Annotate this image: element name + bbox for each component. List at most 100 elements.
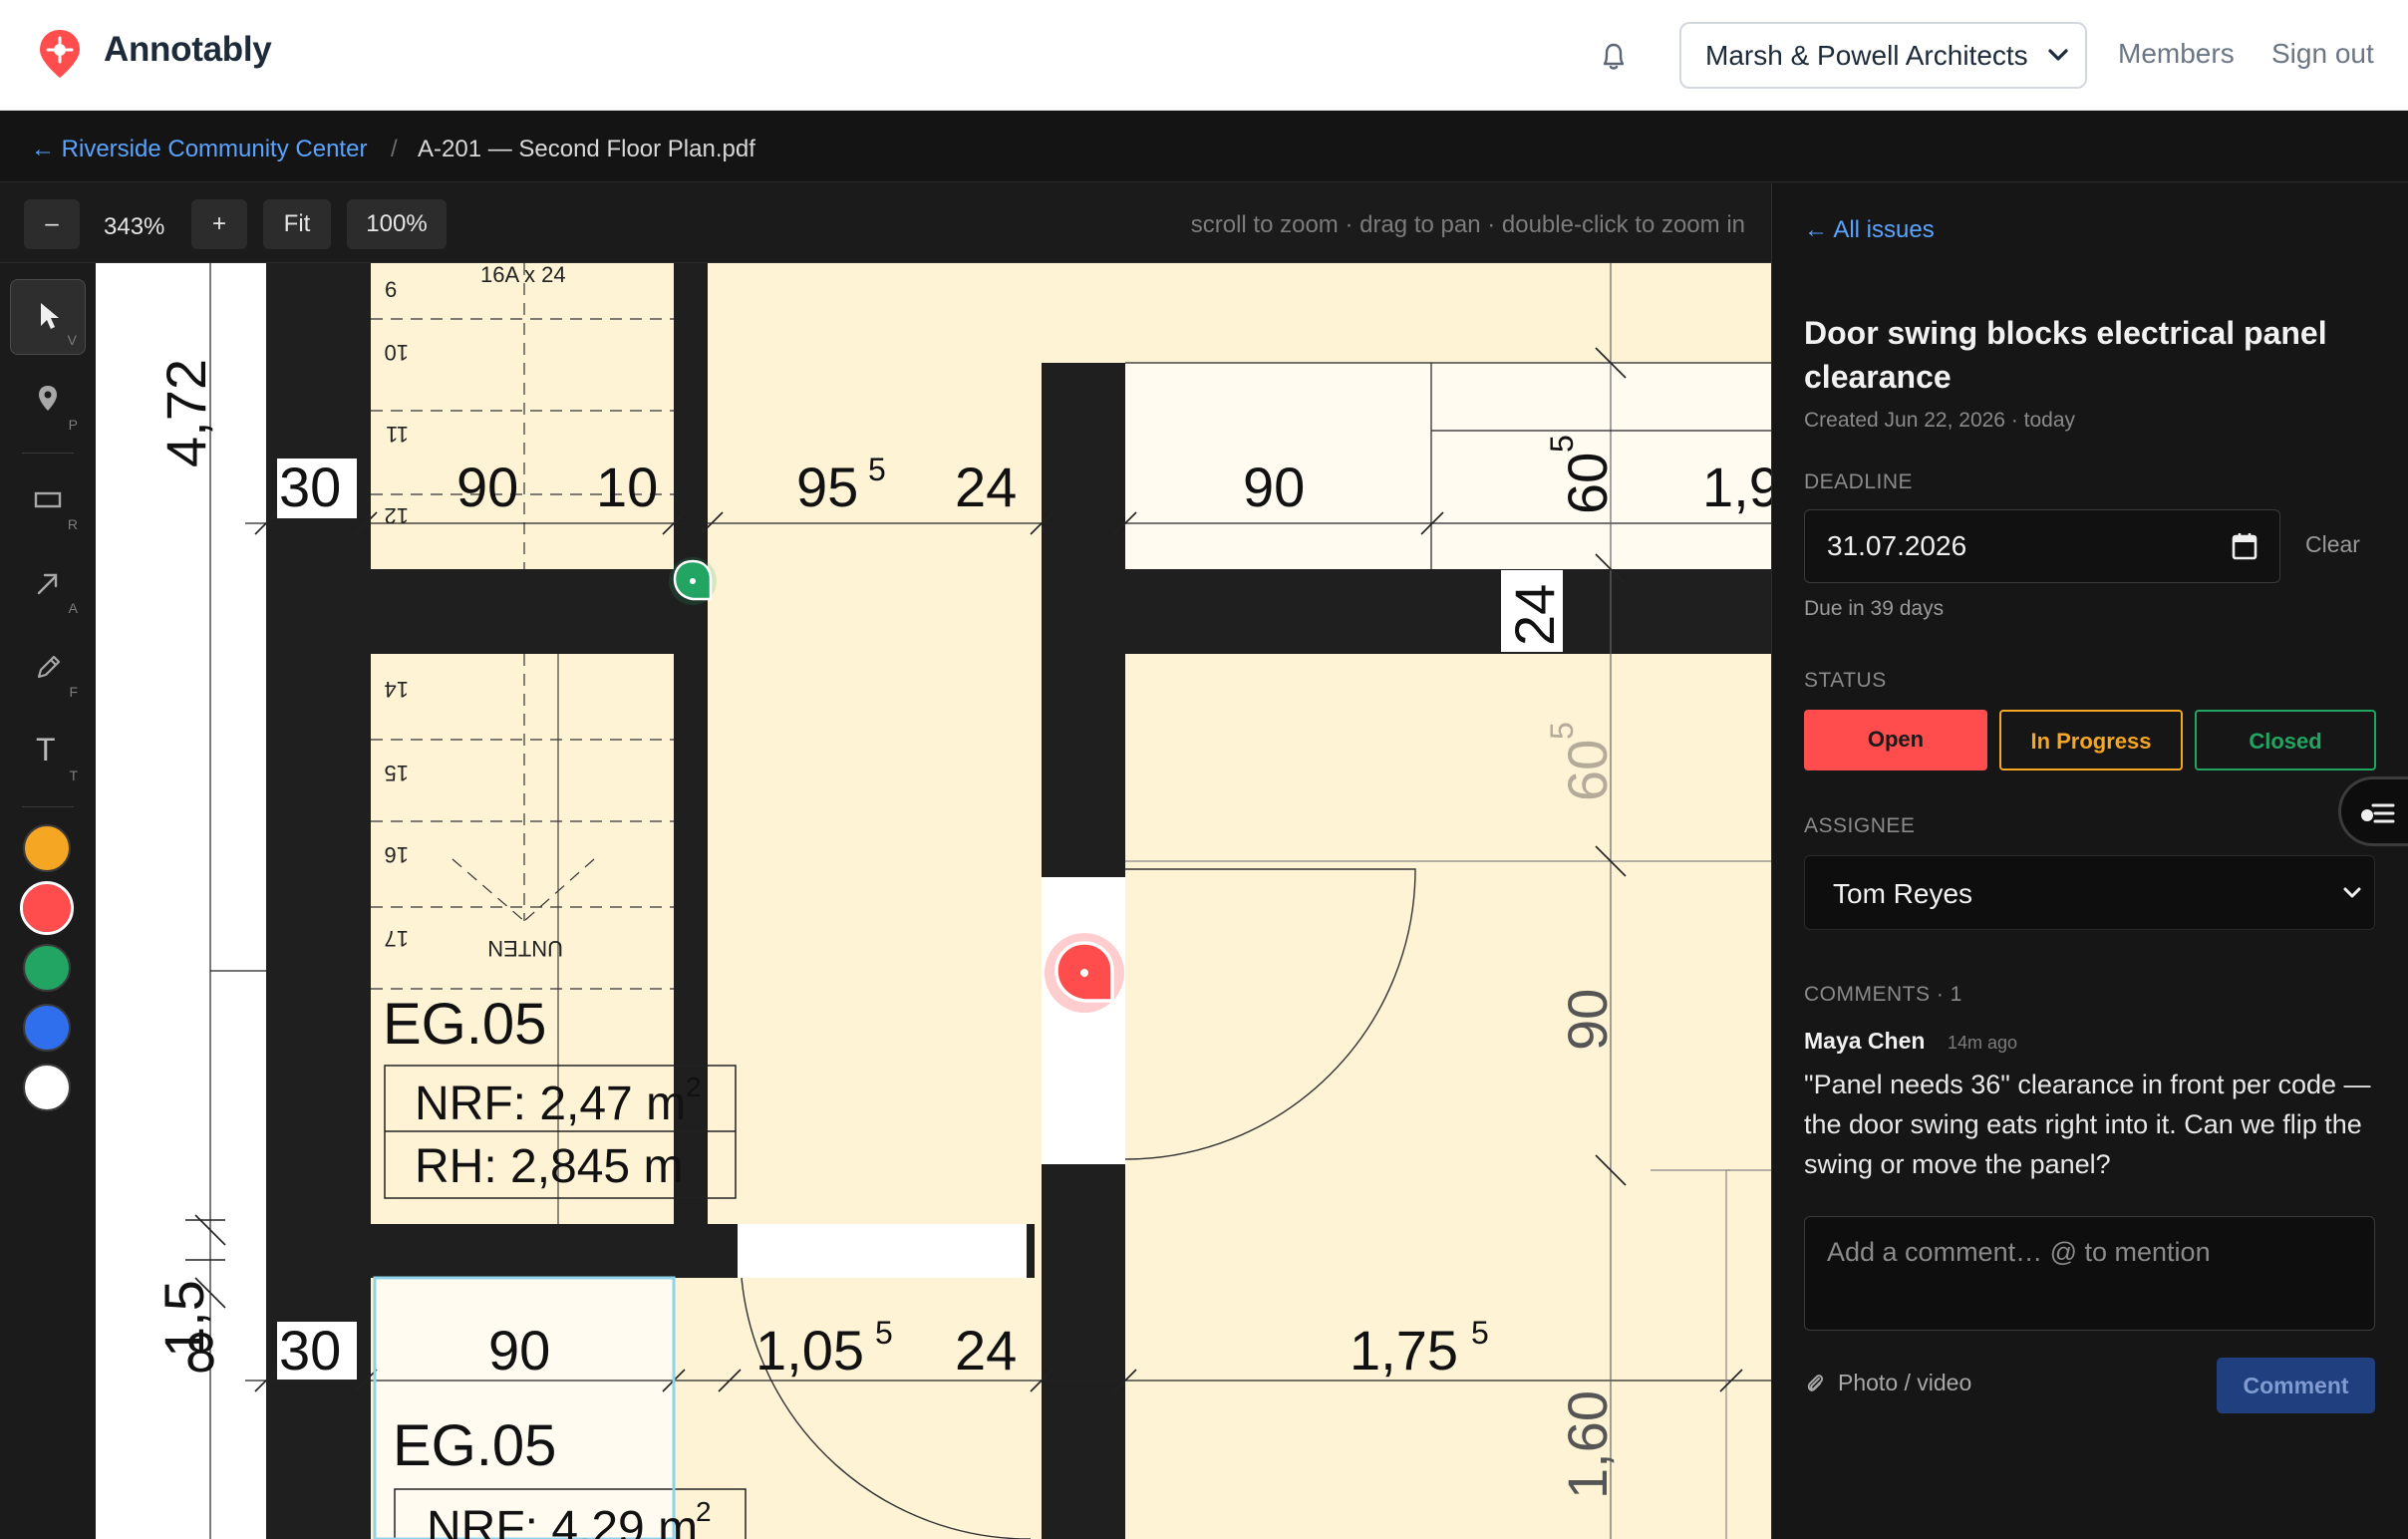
arrow-shortcut: A xyxy=(68,600,78,616)
sign-out-link[interactable]: Sign out xyxy=(2271,38,2374,70)
room-area: NRF: 2,47 m xyxy=(415,1077,686,1130)
color-swatch-white[interactable] xyxy=(23,1064,71,1111)
dim-label: 4,72 xyxy=(154,359,217,467)
zoom-hint: scroll to zoom · drag to pan · double-cl… xyxy=(1190,211,1745,238)
issue-title: Door swing blocks electrical panel clear… xyxy=(1804,315,2327,395)
freehand-shortcut: F xyxy=(69,684,78,700)
room-area-unit: 2 xyxy=(696,1496,712,1527)
arrow-tool[interactable]: A xyxy=(10,546,86,622)
calendar-icon[interactable] xyxy=(2232,532,2258,560)
stair-label: 17 xyxy=(385,926,409,951)
chevron-down-icon xyxy=(2343,887,2361,898)
room-name: EG.05 xyxy=(383,992,546,1057)
attach-photo-video-button[interactable]: Photo / video xyxy=(1804,1370,1971,1396)
document-name: A-201 — Second Floor Plan.pdf xyxy=(418,136,755,162)
tool-rail: V P R A F T T xyxy=(0,263,96,1539)
text-tool[interactable]: T T xyxy=(10,714,86,789)
issue-pin-green[interactable] xyxy=(667,555,719,607)
rectangle-tool[interactable]: R xyxy=(10,462,86,538)
dim-label: 60 xyxy=(1556,740,1619,801)
list-icon xyxy=(2361,803,2395,823)
color-swatch-green[interactable] xyxy=(23,944,71,992)
map-pin-icon xyxy=(39,386,57,411)
pencil-icon xyxy=(37,655,61,679)
zoom-level: 343% xyxy=(104,213,165,240)
members-link[interactable]: Members xyxy=(2118,38,2235,70)
cursor-arrow-icon xyxy=(41,303,59,329)
zoom-in-button[interactable]: + xyxy=(191,199,247,249)
comment-author: Maya Chen xyxy=(1804,1028,1926,1054)
assignee-select[interactable]: Tom Reyes xyxy=(1804,855,2375,930)
back-to-project-link[interactable]: ← Riverside Community Center xyxy=(31,136,367,163)
stair-label: 10 xyxy=(385,340,409,365)
comment-text: "Panel needs 36" clearance in front per … xyxy=(1804,1070,2371,1179)
deadline-date-input[interactable]: 31.07.2026 xyxy=(1804,509,2280,583)
comments-label: COMMENTS · 1 xyxy=(1804,983,1962,1006)
tool-divider xyxy=(22,453,74,454)
color-swatch-orange[interactable] xyxy=(23,824,71,872)
actual-size-button[interactable]: 100% xyxy=(347,199,447,249)
select-tool[interactable]: V xyxy=(10,279,86,355)
dim-label: 5 xyxy=(875,1315,893,1351)
zoom-out-button[interactable]: – xyxy=(24,199,80,249)
assignee-value: Tom Reyes xyxy=(1833,878,1973,909)
stair-label: 12 xyxy=(385,503,409,528)
freehand-tool[interactable]: F xyxy=(10,630,86,706)
arrow-icon xyxy=(37,573,58,595)
dim-label: 10 xyxy=(596,456,658,518)
plan-canvas[interactable]: 4,72 30 90 10 95 5 24 90 60 5 1,9 24 60 … xyxy=(96,263,1771,1539)
app-name[interactable]: Annotably xyxy=(104,30,272,70)
color-swatch-red[interactable] xyxy=(20,881,74,935)
organization-select[interactable]: Marsh & Powell Architects xyxy=(1679,22,2087,89)
assignee-label: ASSIGNEE xyxy=(1804,814,1916,837)
app-header: Annotably Marsh & Powell Architects Memb… xyxy=(0,0,2408,111)
dim-label: 1,9 xyxy=(1702,456,1771,518)
post-comment-button[interactable]: Comment xyxy=(2217,1358,2375,1413)
status-closed-button[interactable]: Closed xyxy=(2195,710,2376,770)
comment-time: 14m ago xyxy=(1948,1033,2018,1053)
dim-label: 30 xyxy=(279,456,341,518)
pin-tool[interactable]: P xyxy=(10,363,86,439)
dim-label: 1,75 xyxy=(1350,1319,1458,1382)
dim-label: 24 xyxy=(955,1319,1017,1382)
issues-list-fab[interactable] xyxy=(2338,776,2408,846)
due-status: Due in 39 days xyxy=(1804,597,1945,620)
logo-pin-icon[interactable] xyxy=(36,28,84,80)
organization-name: Marsh & Powell Architects xyxy=(1705,40,2028,71)
stair-label: 14 xyxy=(385,677,409,702)
status-label: STATUS xyxy=(1804,669,1887,692)
all-issues-link[interactable]: ← All issues xyxy=(1804,216,1935,244)
room-area-unit: 2 xyxy=(686,1072,702,1102)
stair-label: 16 xyxy=(385,842,409,867)
room-name: EG.05 xyxy=(393,1413,556,1478)
dim-label: 1,60 xyxy=(1556,1390,1619,1499)
pin-shortcut: P xyxy=(68,417,78,433)
clear-deadline-button[interactable]: Clear xyxy=(2305,531,2360,558)
room-area: NRF: 4,29 m xyxy=(427,1502,698,1539)
attach-label: Photo / video xyxy=(1838,1370,1972,1395)
chevron-down-icon xyxy=(2048,49,2068,61)
dim-label: 24 xyxy=(1503,584,1566,646)
stair-label: 11 xyxy=(386,422,409,447)
notifications-bell-icon[interactable] xyxy=(1596,38,1632,74)
text-shortcut: T xyxy=(69,768,78,783)
fit-button[interactable]: Fit xyxy=(263,199,331,249)
select-shortcut: V xyxy=(67,332,77,348)
floor-plan-drawing[interactable]: 4,72 30 90 10 95 5 24 90 60 5 1,9 24 60 … xyxy=(96,263,1771,1539)
deadline-value: 31.07.2026 xyxy=(1827,530,1967,561)
dim-label: 5 xyxy=(1471,1315,1489,1351)
issue-panel: ← All issues Door swing blocks electrica… xyxy=(1771,183,2408,1539)
status-in-progress-button[interactable]: In Progress xyxy=(1999,710,2183,770)
issue-pin-red-selected[interactable] xyxy=(1043,931,1126,1015)
dim-label: 8 xyxy=(185,1321,216,1384)
breadcrumb-separator: / xyxy=(391,136,398,162)
dim-label: 90 xyxy=(488,1319,550,1382)
breadcrumb: ← Riverside Community Center / A-201 — S… xyxy=(0,111,2408,182)
dim-label: 30 xyxy=(279,1319,341,1382)
color-swatch-blue[interactable] xyxy=(23,1004,71,1052)
status-open-button[interactable]: Open xyxy=(1804,710,1987,770)
comment-input[interactable]: Add a comment… @ to mention xyxy=(1804,1216,2375,1331)
dim-label: 90 xyxy=(1243,456,1305,518)
paperclip-icon xyxy=(1807,1375,1824,1391)
stair-label: 6 xyxy=(385,277,397,302)
